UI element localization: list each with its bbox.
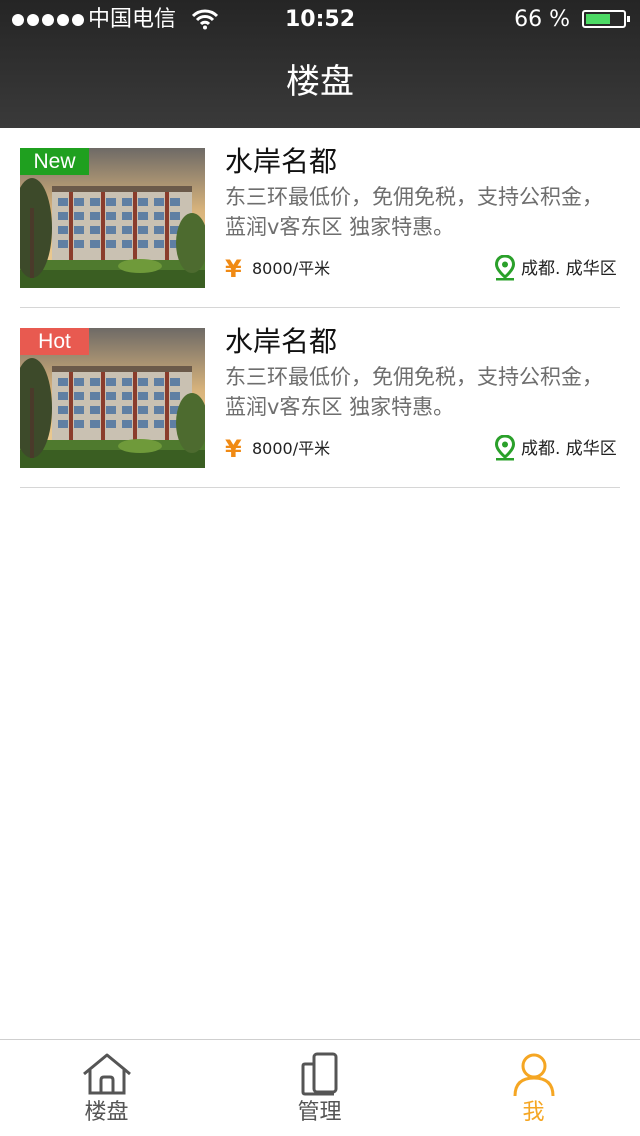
hot-tag: Hot — [20, 328, 89, 355]
yuan-icon: ¥ — [225, 255, 242, 283]
new-tag: New — [20, 148, 89, 175]
user-icon — [513, 1053, 554, 1097]
header: 中国电信 10:52 66 % 楼盘 — [0, 0, 640, 128]
tab-loupan[interactable]: 楼盘 — [0, 1040, 213, 1136]
listing-title: 水岸名都 — [225, 145, 338, 178]
listing-description: 东三环最低价，免佣免税，支持公积金，蓝润v客东区 独家特惠。 — [225, 365, 603, 419]
phone-icon — [301, 1052, 337, 1096]
listing-price: 8000/平米 — [252, 439, 331, 458]
screen: 中国电信 10:52 66 % 楼盘 New 水岸名都 东三环最低价，免佣免税，… — [0, 0, 640, 1136]
location-pin-icon — [495, 435, 515, 461]
battery-percent: 66 % — [514, 7, 570, 32]
list-item[interactable]: New 水岸名都 东三环最低价，免佣免税，支持公积金，蓝润v客东区 独家特惠。 … — [0, 128, 640, 308]
tab-guanli[interactable]: 管理 — [213, 1040, 426, 1136]
battery-icon — [582, 10, 630, 28]
listing-location: 成都. 成华区 — [521, 259, 617, 279]
building-image: New — [20, 148, 205, 288]
status-bar: 中国电信 10:52 66 % — [0, 0, 640, 40]
listing-price: 8000/平米 — [252, 259, 331, 278]
listing-location: 成都. 成华区 — [521, 439, 617, 459]
yuan-icon: ¥ — [225, 435, 242, 463]
listing-list: New 水岸名都 东三环最低价，免佣免税，支持公积金，蓝润v客东区 独家特惠。 … — [0, 128, 640, 488]
tab-label: 我 — [522, 1100, 545, 1125]
home-icon — [82, 1053, 131, 1095]
divider — [20, 487, 620, 488]
listing-description: 东三环最低价，免佣免税，支持公积金，蓝润v客东区 独家特惠。 — [225, 185, 603, 239]
page-title: 楼盘 — [286, 62, 354, 102]
tab-bar: 楼盘 管理 我 — [0, 1039, 640, 1136]
listing-title: 水岸名都 — [225, 325, 338, 358]
building-image: Hot — [20, 328, 205, 468]
location-pin-icon — [495, 255, 515, 281]
tab-label: 楼盘 — [84, 1100, 129, 1125]
tab-wo[interactable]: 我 — [427, 1040, 640, 1136]
list-item[interactable]: Hot 水岸名都 东三环最低价，免佣免税，支持公积金，蓝润v客东区 独家特惠。 … — [0, 308, 640, 488]
tab-label: 管理 — [297, 1100, 342, 1125]
